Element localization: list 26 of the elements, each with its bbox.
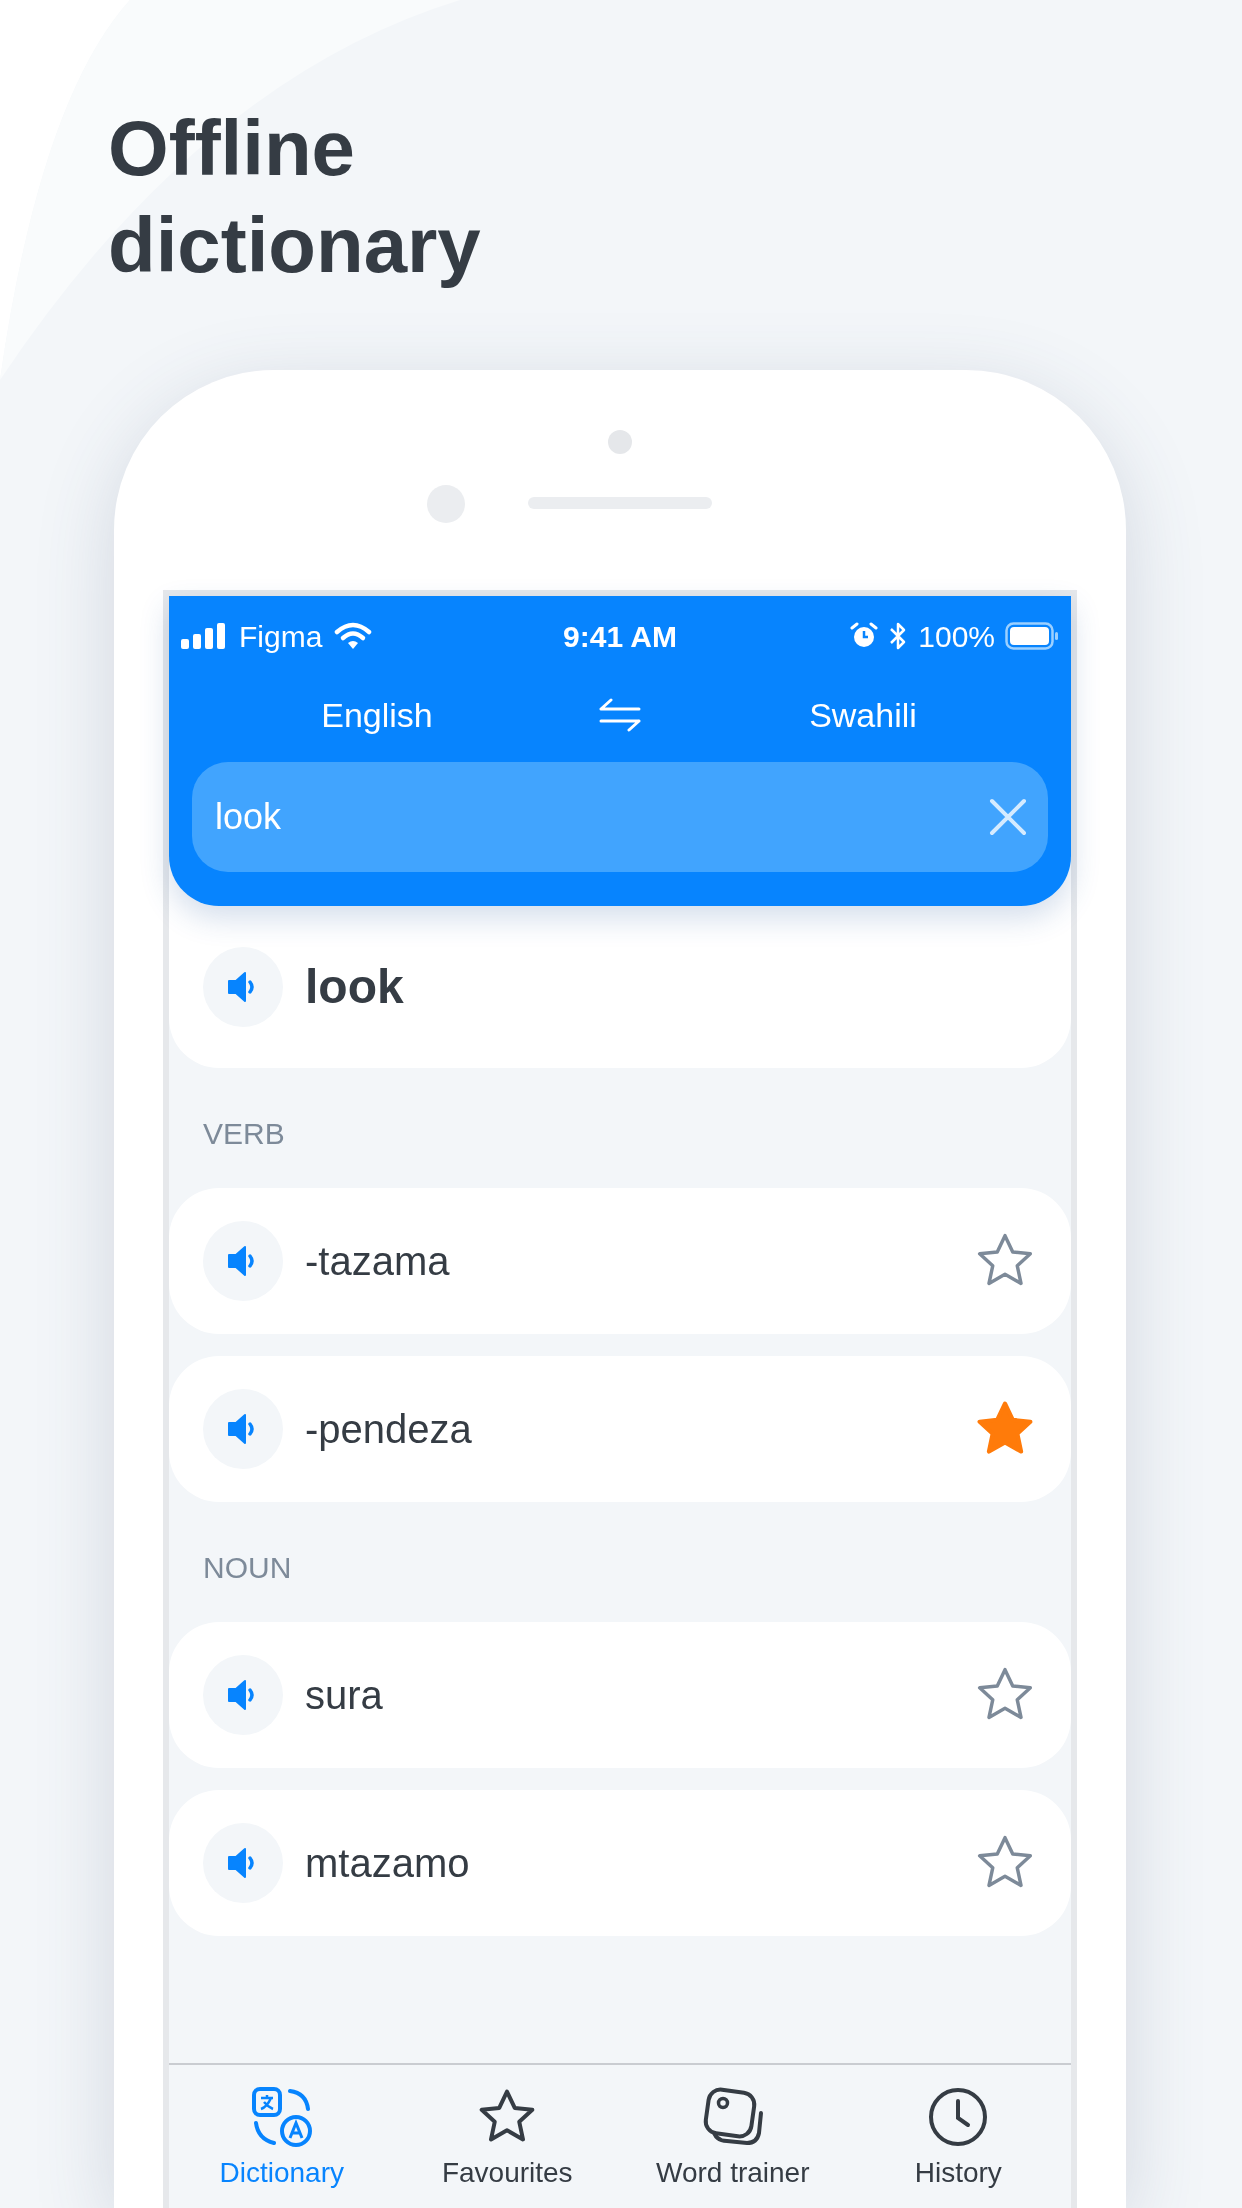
wifi-icon — [334, 622, 373, 650]
signal-icon — [181, 623, 227, 649]
battery-icon — [1005, 622, 1059, 650]
tab-bar-item[interactable]: Word trainer — [620, 2065, 846, 2208]
translation-card[interactable]: -tazama — [169, 1188, 1071, 1334]
alarm-icon — [850, 622, 879, 650]
source-language[interactable]: English — [169, 689, 585, 741]
page-heading: Offline dictionary — [108, 103, 482, 291]
translate-icon — [249, 2084, 314, 2149]
translation-card[interactable]: -pendeza — [169, 1356, 1071, 1502]
target-language[interactable]: Swahili — [655, 689, 1071, 741]
translation-card[interactable]: sura — [169, 1622, 1071, 1768]
translation-text: mtazamo — [305, 1840, 471, 1887]
translation-card[interactable]: mtazamo — [169, 1790, 1071, 1936]
tab-bar-item[interactable]: Favourites — [394, 2065, 620, 2208]
section-label: VERB — [202, 1116, 286, 1152]
translation-text: sura — [305, 1672, 384, 1719]
tab-bar-item[interactable]: History — [845, 2065, 1071, 2208]
carrier-text: Figma — [239, 618, 323, 655]
status-time: 9:41 AM — [562, 618, 678, 655]
clear-icon[interactable] — [988, 797, 1028, 837]
translation-text: -tazama — [305, 1238, 451, 1285]
section-label: NOUN — [202, 1550, 293, 1586]
translation-text: -pendeza — [305, 1406, 473, 1453]
headword-text: look — [305, 959, 404, 1015]
battery-percent: 100% — [918, 618, 995, 655]
